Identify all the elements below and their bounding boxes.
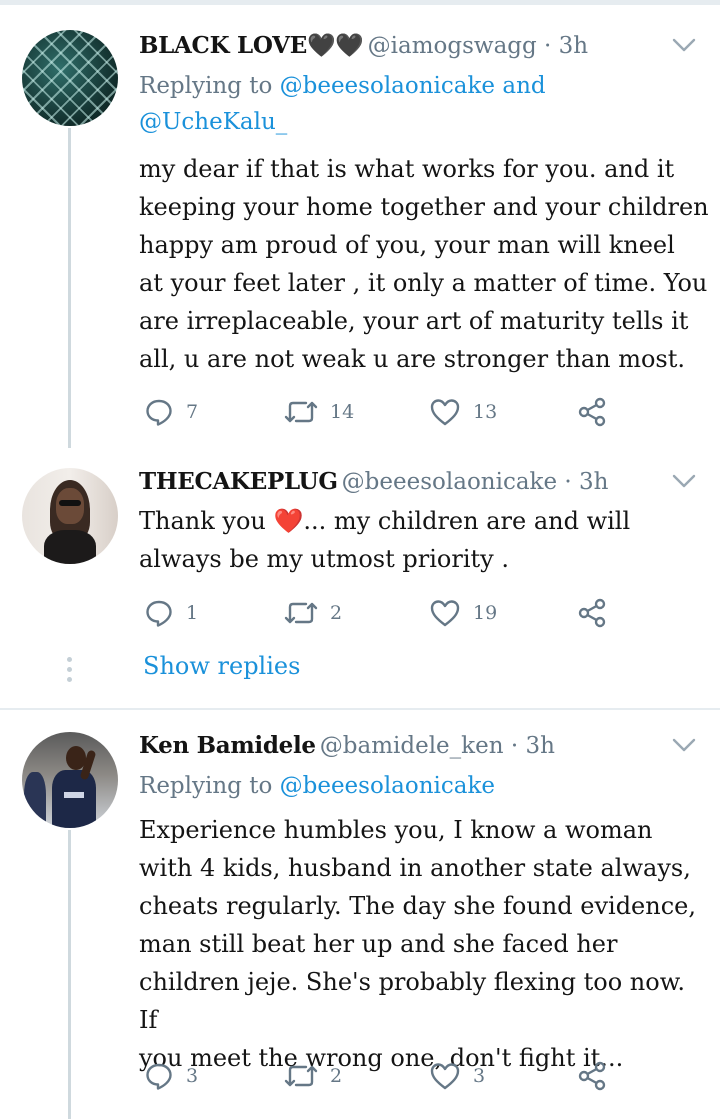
reply-button[interactable]: 7: [144, 395, 198, 429]
share-icon: [578, 1061, 606, 1091]
retweet-button[interactable]: 2: [284, 596, 342, 630]
replying-to: Replying to @beeesolaonicake: [139, 773, 496, 799]
reply-button[interactable]: 3: [144, 1059, 198, 1093]
timestamp[interactable]: · 3h: [564, 469, 608, 495]
avatar[interactable]: [22, 30, 118, 126]
mention-link[interactable]: @UcheKalu_: [139, 109, 287, 135]
handle[interactable]: @beeesolaonicake: [342, 469, 557, 495]
reply-icon: [146, 1063, 172, 1090]
display-name[interactable]: Ken Bamidele: [139, 732, 316, 759]
tweet-actions: 7 14 13: [139, 395, 619, 429]
avatar[interactable]: [22, 468, 118, 564]
tweet-actions: 1 2 19: [139, 596, 619, 630]
share-button[interactable]: [576, 395, 608, 429]
retweet-icon: [284, 602, 318, 624]
like-button[interactable]: 3: [429, 1059, 485, 1093]
like-count: 13: [473, 401, 498, 423]
tweet-actions: 3 2 3: [139, 1059, 619, 1093]
avatar[interactable]: [22, 732, 118, 828]
mention-link[interactable]: @beeesolaonicake: [280, 773, 495, 799]
retweet-button[interactable]: 14: [284, 395, 354, 429]
display-name[interactable]: THECAKEPLUG: [139, 468, 338, 495]
top-divider: [0, 0, 720, 5]
timestamp[interactable]: · 3h: [511, 733, 555, 759]
like-icon: [430, 1063, 460, 1090]
reply-icon: [146, 600, 172, 627]
reply-count: 1: [186, 602, 199, 624]
retweet-button[interactable]: 2: [284, 1059, 342, 1093]
thread-dots: [67, 657, 72, 687]
share-button[interactable]: [576, 596, 608, 630]
timestamp[interactable]: · 3h: [544, 33, 588, 59]
tweet-header: BLACK LOVE🖤🖤 @iamogswagg · 3h: [139, 32, 588, 59]
tweet-text: Experience humbles you, I know a woman w…: [139, 816, 696, 1072]
share-button[interactable]: [576, 1059, 608, 1093]
replying-to: Replying to @beeesolaonicake and @UcheKa…: [139, 73, 546, 135]
tweet-text: Thank you ❤️... my children are and will…: [139, 507, 631, 573]
mention-link[interactable]: @beeesolaonicake: [280, 73, 495, 99]
like-icon: [430, 399, 460, 426]
retweet-count: 14: [330, 401, 355, 423]
like-icon: [430, 600, 460, 627]
like-count: 3: [473, 1065, 486, 1087]
chevron-down-icon[interactable]: [670, 34, 698, 56]
chevron-down-icon[interactable]: [670, 470, 698, 492]
handle[interactable]: @iamogswagg: [368, 33, 537, 59]
tweet-header: THECAKEPLUG @beeesolaonicake · 3h: [139, 468, 609, 495]
reply-icon: [146, 399, 172, 426]
thread-line: [68, 830, 71, 1119]
reply-button[interactable]: 1: [144, 596, 198, 630]
retweet-icon: [284, 1065, 318, 1087]
like-button[interactable]: 19: [429, 596, 497, 630]
tweet-header: Ken Bamidele @bamidele_ken · 3h: [139, 732, 555, 759]
show-replies-link[interactable]: Show replies: [143, 652, 300, 680]
divider: [0, 708, 720, 710]
display-name[interactable]: BLACK LOVE🖤🖤: [139, 32, 364, 59]
like-count: 19: [473, 602, 498, 624]
reply-count: 3: [186, 1065, 199, 1087]
share-icon: [578, 598, 606, 628]
reply-count: 7: [186, 401, 199, 423]
retweet-icon: [284, 401, 318, 423]
chevron-down-icon[interactable]: [670, 734, 698, 756]
like-button[interactable]: 13: [429, 395, 497, 429]
tweet-text: my dear if that is what works for you. a…: [139, 155, 709, 373]
retweet-count: 2: [330, 1065, 343, 1087]
retweet-count: 2: [330, 602, 343, 624]
handle[interactable]: @bamidele_ken: [320, 733, 504, 759]
thread-line: [68, 128, 71, 448]
share-icon: [578, 397, 606, 427]
